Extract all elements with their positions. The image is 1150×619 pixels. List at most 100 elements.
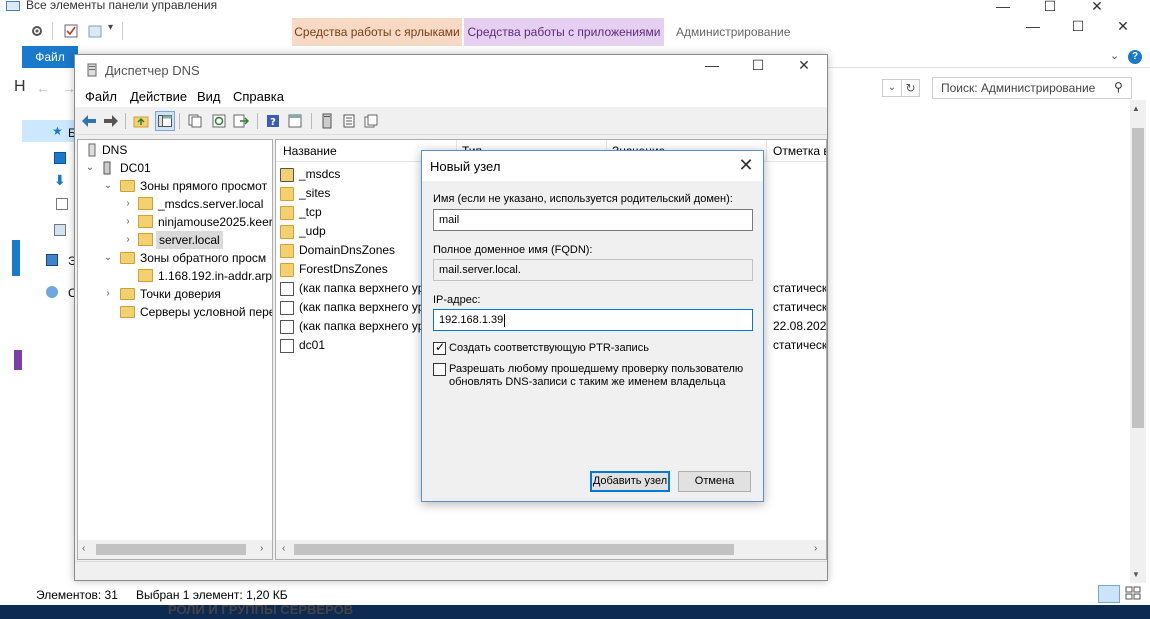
- chevron-right-icon[interactable]: ›: [122, 231, 134, 249]
- tree-item-forward-zones[interactable]: ⌄ Зоны прямого просмот: [78, 177, 272, 195]
- list-icon[interactable]: [339, 111, 359, 131]
- chevron-down-icon[interactable]: ⌄: [102, 177, 114, 195]
- close-icon[interactable]: ✕: [736, 155, 756, 176]
- download-icon: ⬇: [54, 172, 66, 188]
- maximize-button[interactable]: ☐: [735, 58, 781, 73]
- tab-administration[interactable]: Администрирование: [676, 18, 806, 46]
- scroll-right-icon[interactable]: ›: [814, 543, 817, 554]
- forward-arrow-icon[interactable]: [101, 111, 121, 131]
- chevron-right-icon[interactable]: ›: [122, 195, 134, 213]
- tree-item-label: server.local: [156, 231, 223, 249]
- tree-item-trust-points[interactable]: › Точки доверия: [78, 285, 272, 303]
- search-input[interactable]: Поиск: Администрирование: [932, 77, 1132, 99]
- tree-item-conditional-forwarders[interactable]: Серверы условной пере: [78, 303, 272, 321]
- minimize-button[interactable]: —: [980, 0, 1026, 14]
- chevron-down-icon[interactable]: ⌄: [1110, 49, 1119, 62]
- tree-item-zone-server-local[interactable]: › server.local: [78, 231, 272, 249]
- allow-update-checkbox[interactable]: [433, 363, 446, 376]
- ptr-record-checkbox[interactable]: ✓: [433, 340, 446, 355]
- tree-item-label: Точки доверия: [140, 287, 221, 301]
- tree-item-reverse-zones[interactable]: ⌄ Зоны обратного просм: [78, 249, 272, 267]
- window-icon: [6, 1, 20, 11]
- tab-file[interactable]: Файл: [22, 46, 78, 68]
- settings-icon[interactable]: [30, 24, 44, 38]
- record-name: (как папка верхнего ур: [299, 281, 425, 295]
- menu-file[interactable]: Файл: [85, 89, 117, 104]
- chevron-right-icon[interactable]: ›: [102, 285, 114, 303]
- dns-icon: [87, 63, 97, 77]
- tree-item-zone-ninjamouse[interactable]: › ninjamouse2025.keer: [78, 213, 272, 231]
- properties-icon[interactable]: [285, 111, 305, 131]
- minimize-button[interactable]: —: [1010, 19, 1056, 34]
- tiles-view-button[interactable]: [1124, 585, 1144, 603]
- toolbar-separator: [179, 113, 180, 129]
- minimize-button[interactable]: —: [689, 58, 735, 73]
- scrollbar-thumb[interactable]: [1132, 128, 1144, 428]
- nav-selected-item[interactable]: [22, 120, 74, 142]
- maximize-button[interactable]: ☐: [1055, 19, 1101, 34]
- ptr-record-label[interactable]: Создать соответствующую PTR-запись: [449, 342, 649, 355]
- chevron-right-icon[interactable]: ›: [122, 213, 134, 231]
- close-button[interactable]: ✕: [1074, 0, 1120, 14]
- tree-item-dns[interactable]: DNS: [78, 141, 272, 159]
- refresh-icon[interactable]: ↻: [902, 79, 920, 97]
- new-folder-icon[interactable]: [88, 24, 102, 38]
- add-host-button[interactable]: Добавить узел: [590, 471, 670, 492]
- chevron-down-icon[interactable]: ⌄: [84, 159, 96, 177]
- scrollbar-thumb[interactable]: [294, 544, 734, 555]
- help-icon[interactable]: ?: [263, 111, 283, 131]
- allow-update-label-line1[interactable]: Разрешать любому прошедшему проверку пол…: [449, 363, 743, 376]
- cancel-button[interactable]: Отмена: [678, 471, 751, 492]
- export-icon[interactable]: [231, 111, 251, 131]
- copy-icon[interactable]: [185, 111, 205, 131]
- tab-shortcut-tools[interactable]: Средства работы с ярлыками: [292, 18, 462, 46]
- qat-dropdown-icon[interactable]: ▾: [108, 22, 113, 33]
- maximize-button[interactable]: ☐: [1027, 0, 1073, 14]
- tree-item-reverse-zone[interactable]: 1.168.192.in-addr.arp: [78, 267, 272, 285]
- address-dropdown-icon[interactable]: ⌄: [882, 79, 902, 97]
- chevron-down-icon[interactable]: ⌄: [102, 249, 114, 267]
- host-name-input[interactable]: mail: [433, 209, 753, 231]
- menu-view[interactable]: Вид: [197, 89, 221, 104]
- zone-icon: [138, 233, 153, 246]
- tree-item-zone-msdcs[interactable]: › _msdcs.server.local: [78, 195, 272, 213]
- records-icon[interactable]: [361, 111, 381, 131]
- menu-help[interactable]: Справка: [233, 89, 284, 104]
- tab-app-tools[interactable]: Средства работы с приложениями: [464, 18, 664, 46]
- scroll-left-icon[interactable]: ‹: [282, 543, 285, 554]
- search-icon[interactable]: ⚲: [1114, 80, 1123, 94]
- column-divider[interactable]: [766, 140, 767, 162]
- roles-heading: РОЛИ И ГРУППЫ СЕРВЕРОВ: [168, 602, 354, 617]
- scroll-left-icon[interactable]: ‹: [82, 543, 85, 554]
- tree-item-label: DNS: [102, 143, 128, 157]
- scroll-right-icon[interactable]: ›: [260, 543, 263, 554]
- column-header-name[interactable]: Название: [283, 144, 337, 158]
- ip-address-label: IP-адрес:: [433, 294, 481, 306]
- tree-item-label: DC01: [120, 161, 151, 175]
- back-arrow-icon[interactable]: [79, 111, 99, 131]
- show-tree-icon[interactable]: [155, 111, 175, 131]
- back-arrow-icon[interactable]: ←: [36, 80, 50, 96]
- desktop-icon: [54, 152, 66, 164]
- help-icon[interactable]: ?: [1128, 50, 1142, 64]
- properties-icon[interactable]: [64, 24, 78, 38]
- record-name: _udp: [299, 224, 326, 238]
- scroll-down-icon[interactable]: ▼: [1132, 570, 1140, 579]
- tree-item-label: Зоны прямого просмот: [140, 179, 268, 193]
- server-icon[interactable]: [317, 111, 337, 131]
- record-icon: [280, 339, 294, 353]
- tree-item-dc01[interactable]: ⌄ DC01: [78, 159, 272, 177]
- column-header-timestamp[interactable]: Отметка в: [773, 144, 826, 158]
- host-name-label: Имя (если не указано, используется родит…: [433, 193, 733, 205]
- details-view-button[interactable]: [1098, 585, 1120, 603]
- refresh-icon[interactable]: [209, 111, 229, 131]
- scroll-up-icon[interactable]: ▲: [1132, 104, 1140, 113]
- scrollbar-thumb[interactable]: [96, 544, 246, 555]
- menu-action[interactable]: Действие: [130, 89, 187, 104]
- ip-address-input[interactable]: 192.168.1.39: [433, 309, 753, 331]
- close-button[interactable]: ✕: [1100, 19, 1146, 34]
- status-item-count: Элементов: 31: [36, 588, 118, 602]
- close-button[interactable]: ✕: [781, 58, 827, 73]
- allow-update-label-line2[interactable]: обновлять DNS-записи с таким же именем в…: [449, 376, 725, 389]
- up-folder-icon[interactable]: [131, 111, 151, 131]
